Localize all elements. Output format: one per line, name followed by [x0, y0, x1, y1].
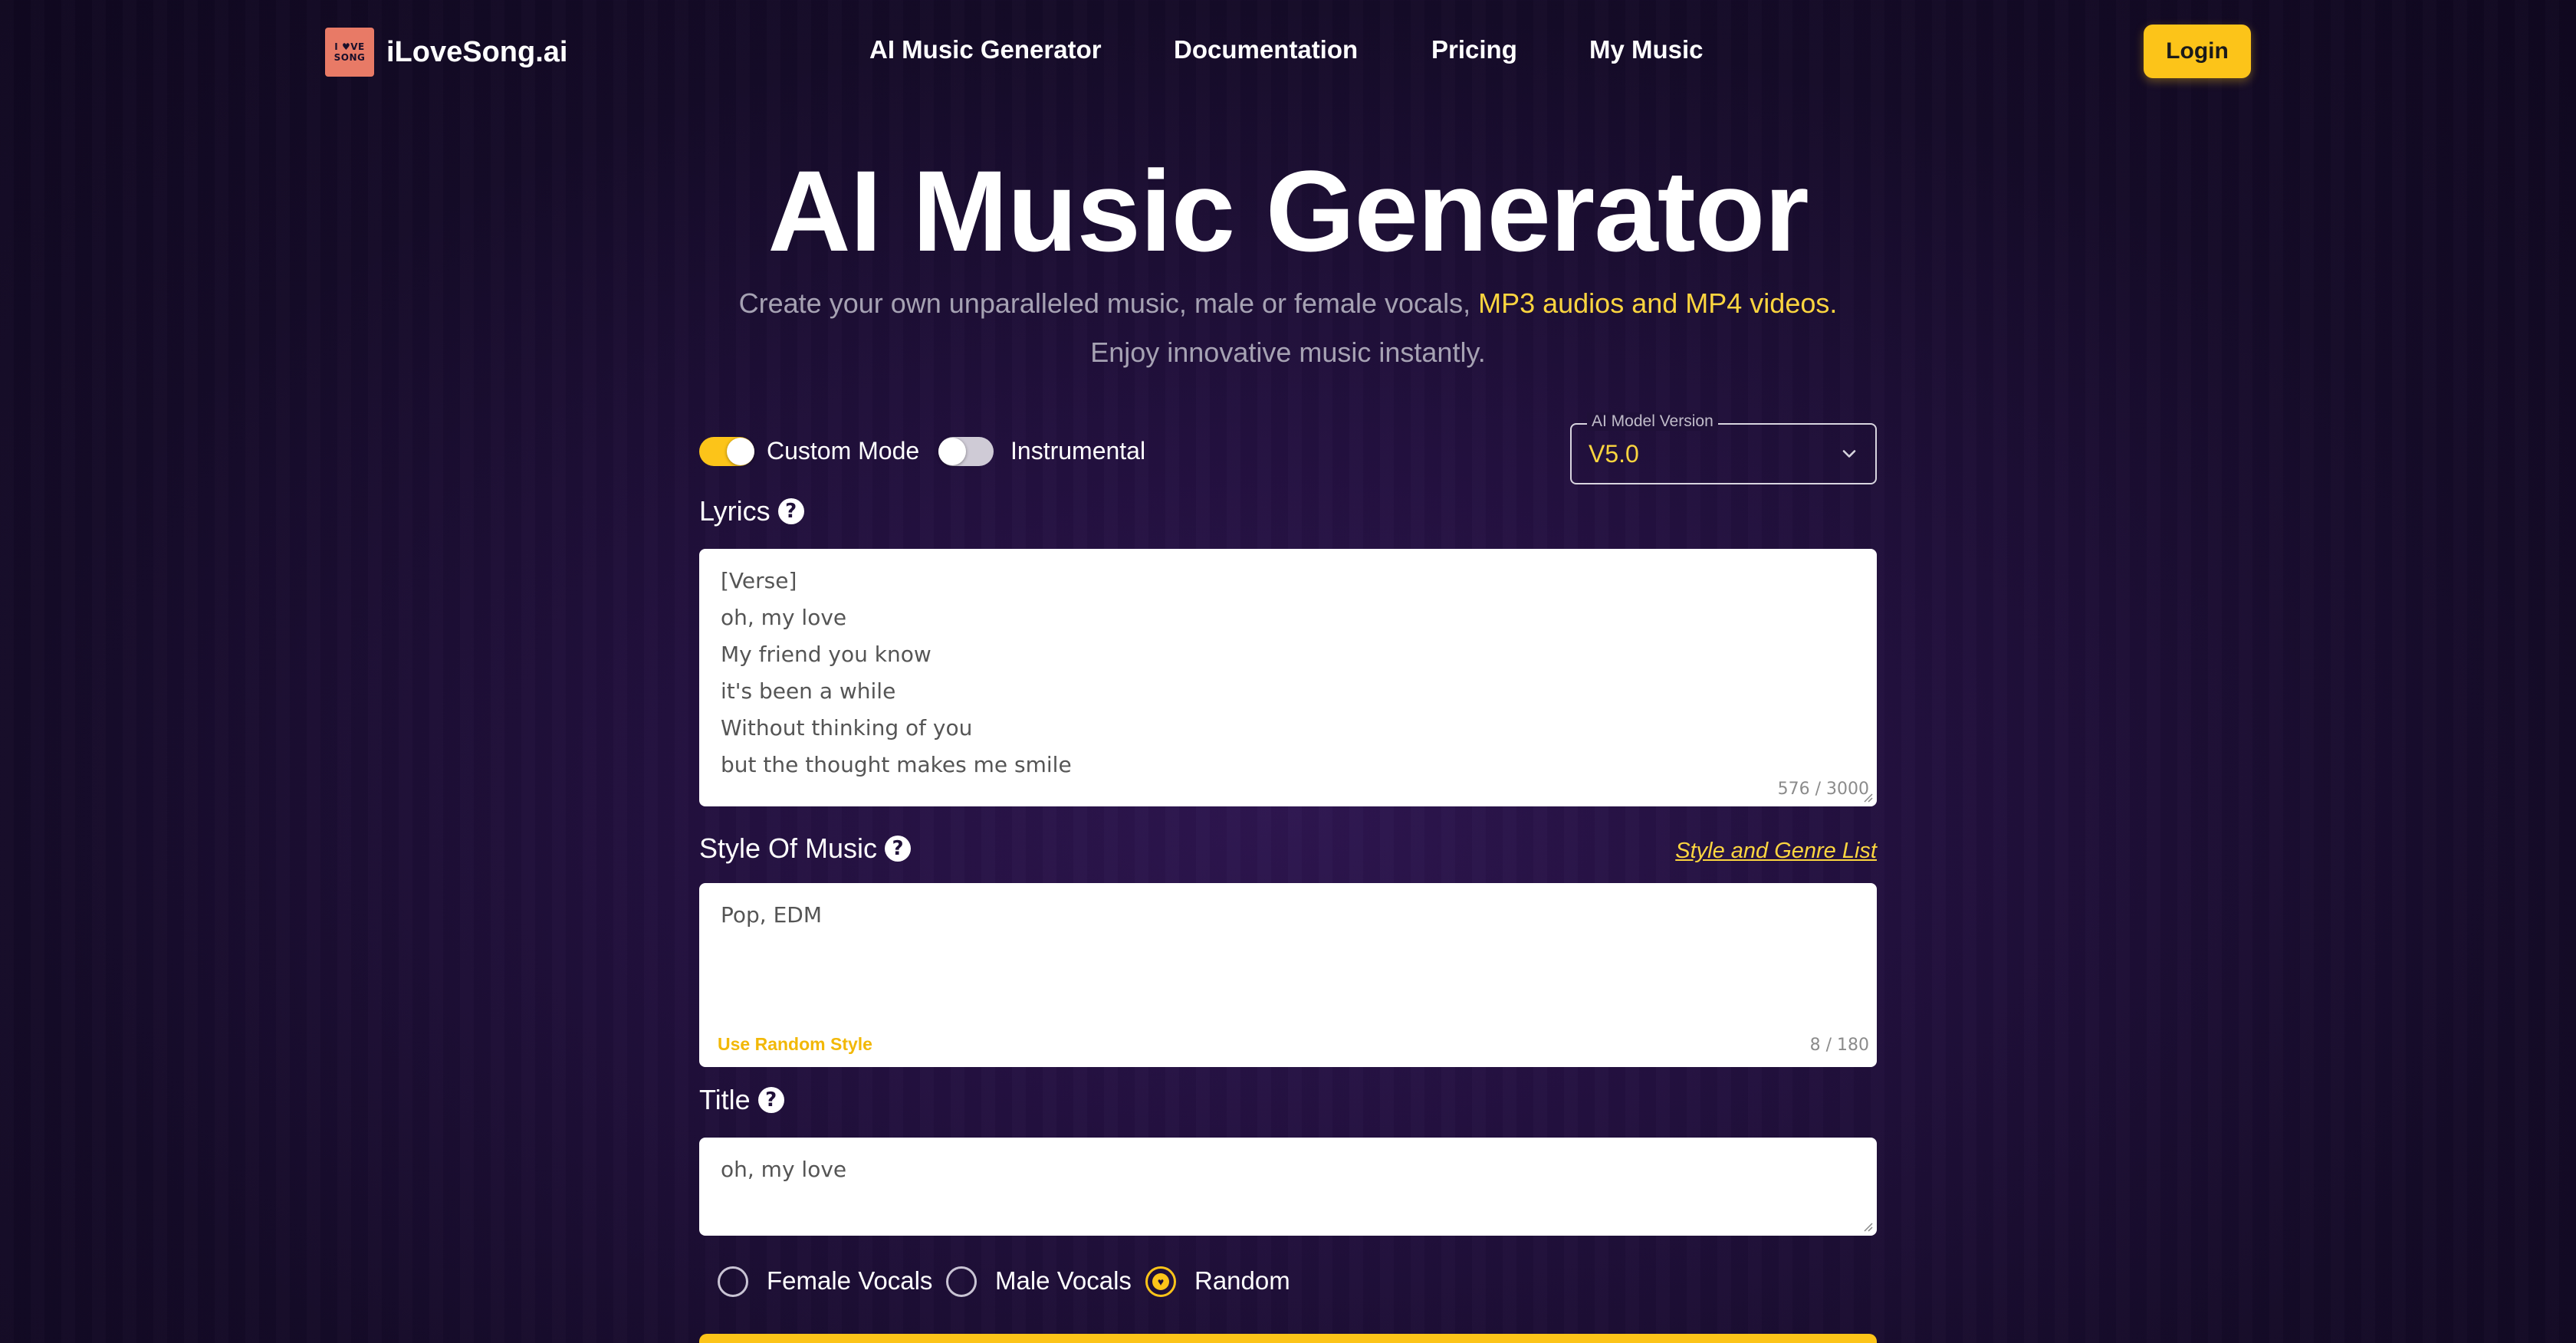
chevron-down-icon: [1842, 450, 1856, 458]
custom-mode-toggle[interactable]: [699, 437, 754, 466]
title-label: Title ?: [699, 1084, 784, 1116]
lyrics-input[interactable]: [699, 549, 1877, 806]
subtitle-highlight: MP3 audios and MP4 videos.: [1478, 287, 1838, 319]
style-label-text: Style Of Music: [699, 832, 878, 864]
toggle-knob: [938, 438, 966, 465]
vocals-radio-group: Female Vocals Male Vocals ♥ Random: [0, 1263, 2576, 1300]
toggle-knob: [727, 438, 754, 465]
heart-icon: ♥: [1152, 1273, 1169, 1290]
style-label: Style Of Music ?: [699, 832, 912, 865]
nav-ai-music-generator[interactable]: AI Music Generator: [869, 35, 1102, 64]
login-button[interactable]: Login: [2144, 25, 2251, 78]
resize-grip-icon[interactable]: [1861, 1220, 1874, 1233]
style-counter: 8 / 180: [1809, 1036, 1869, 1055]
lyrics-label-text: Lyrics: [699, 495, 770, 527]
style-box: Use Random Style 8 / 180: [699, 883, 1877, 1067]
nav-documentation[interactable]: Documentation: [1174, 35, 1358, 64]
instrumental-label: Instrumental: [1010, 437, 1146, 465]
male-vocals-radio[interactable]: [946, 1266, 977, 1297]
random-vocals-radio[interactable]: ♥: [1145, 1266, 1176, 1297]
male-vocals-label: Male Vocals: [995, 1266, 1132, 1295]
style-input[interactable]: [699, 883, 1877, 1067]
help-icon[interactable]: ?: [777, 498, 804, 524]
nav-pricing[interactable]: Pricing: [1431, 35, 1517, 64]
lyrics-label: Lyrics ?: [699, 495, 804, 527]
help-icon[interactable]: ?: [885, 836, 912, 862]
title-input[interactable]: [699, 1138, 1877, 1236]
title-box: [699, 1138, 1877, 1236]
nav-my-music[interactable]: My Music: [1589, 35, 1704, 64]
help-icon[interactable]: ?: [757, 1087, 784, 1113]
lyrics-box: 576 / 3000: [699, 549, 1877, 806]
subtitle-line2: Enjoy innovative music instantly.: [1090, 337, 1486, 368]
custom-mode-label: Custom Mode: [767, 437, 920, 465]
page-title: AI Music Generator: [767, 146, 1809, 275]
model-version-select[interactable]: AI Model Version V5.0: [1570, 412, 1877, 484]
lyrics-counter: 576 / 3000: [1777, 780, 1869, 799]
site-header: I ♥VE SONG iLoveSong.ai AI Music Generat…: [0, 0, 2576, 104]
female-vocals-radio[interactable]: [718, 1266, 748, 1297]
model-version-value: V5.0: [1589, 440, 1639, 468]
model-version-legend: AI Model Version: [1587, 412, 1718, 431]
hero-subtitle: Create your own unparalleled music, male…: [0, 279, 2576, 377]
title-label-text: Title: [699, 1084, 751, 1115]
instrumental-toggle[interactable]: [938, 437, 994, 466]
create-button[interactable]: [699, 1334, 1877, 1343]
subtitle-text: Create your own unparalleled music, male…: [738, 287, 1479, 319]
random-style-button[interactable]: Use Random Style: [718, 1034, 872, 1055]
random-vocals-label: Random: [1194, 1266, 1290, 1295]
female-vocals-label: Female Vocals: [767, 1266, 933, 1295]
resize-grip-icon[interactable]: [1861, 791, 1874, 803]
style-genre-list-link[interactable]: Style and Genre List: [1673, 839, 1877, 864]
